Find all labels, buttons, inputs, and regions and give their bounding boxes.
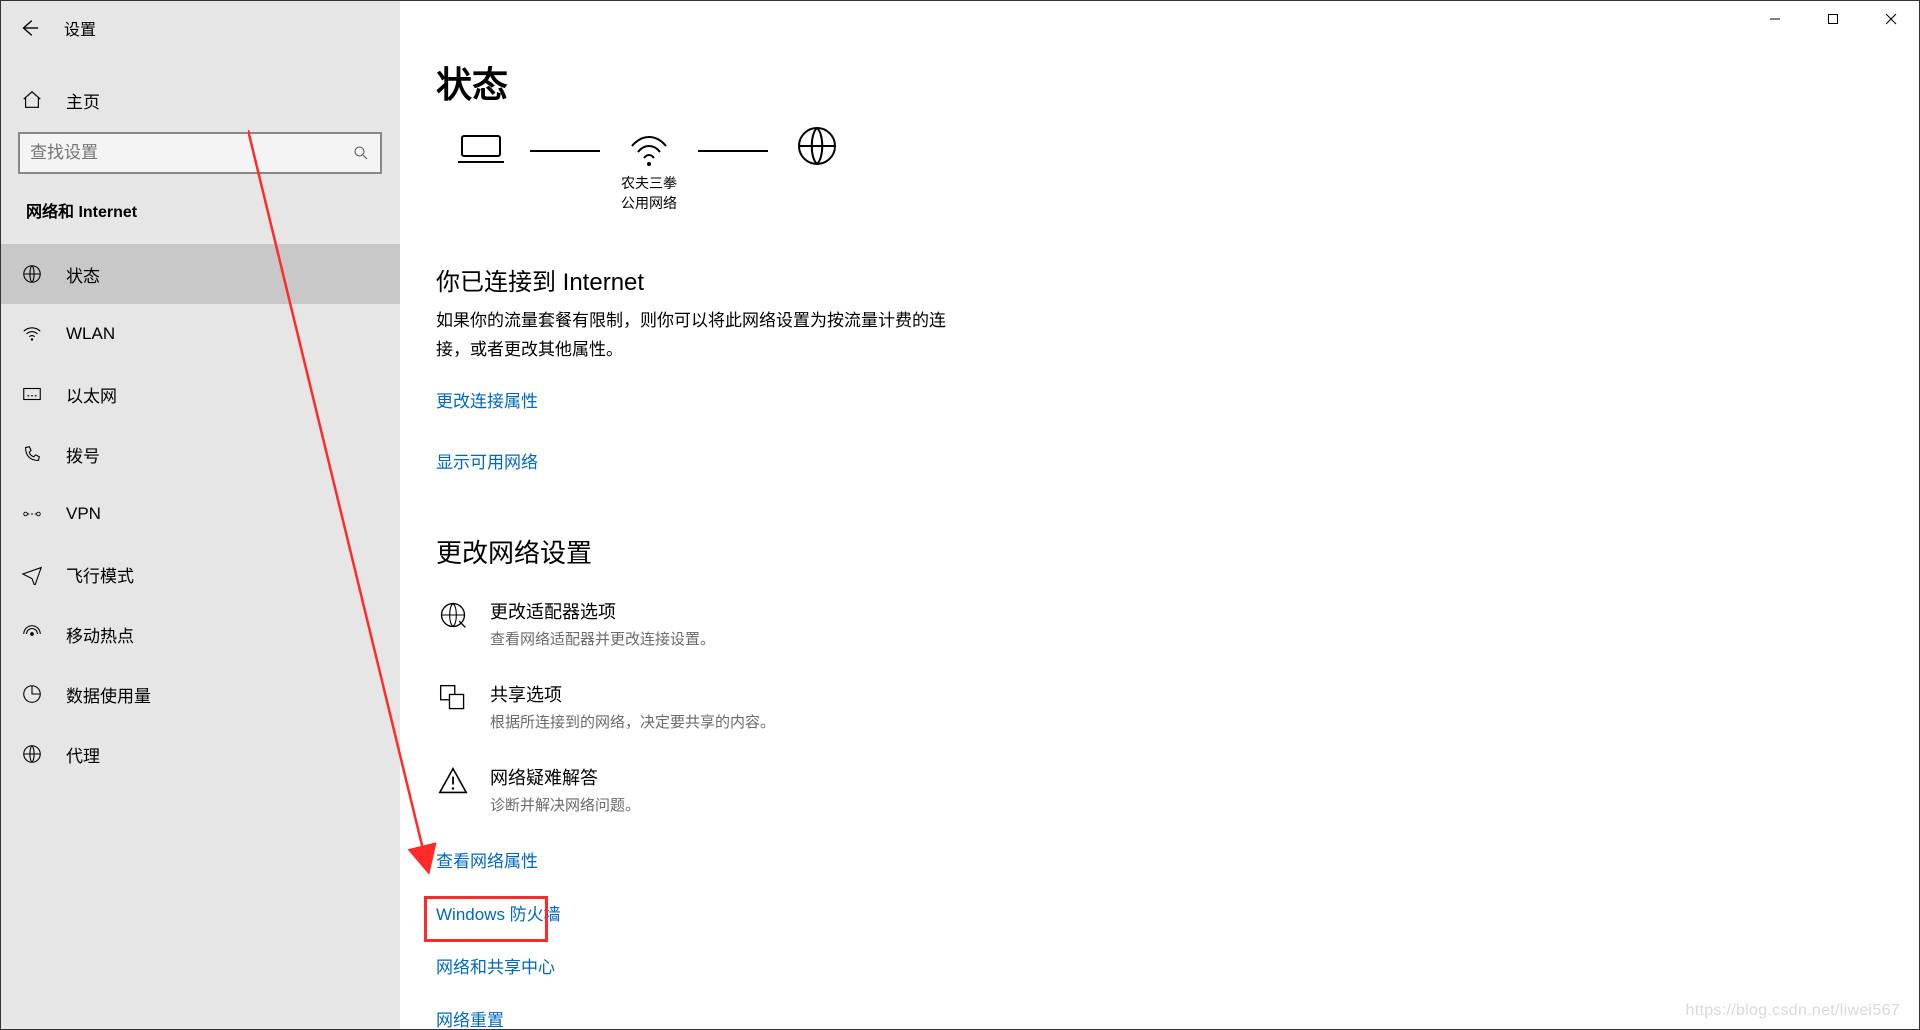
diagram-line xyxy=(530,150,600,152)
minimize-button[interactable] xyxy=(1746,0,1804,38)
main-content: 状态 农夫三拳 公用网络 你已连接到 Internet 如果你的流量套餐有限制，… xyxy=(400,0,1920,1030)
network-diagram: 农夫三拳 公用网络 xyxy=(436,124,1920,244)
sidebar-item-hotspot[interactable]: 移动热点 xyxy=(0,604,400,664)
ethernet-icon xyxy=(20,382,44,406)
warning-icon xyxy=(436,764,470,798)
globe-icon xyxy=(20,262,44,286)
diagram-line xyxy=(698,150,768,152)
sidebar-nav: 状态 WLAN 以太网 拨号 VPN xyxy=(0,244,400,784)
window-controls xyxy=(1746,0,1920,38)
wifi-icon xyxy=(20,322,44,346)
diagram-globe xyxy=(772,124,862,168)
sharing-icon xyxy=(436,681,470,715)
option-adapter[interactable]: 更改适配器选项 查看网络适配器并更改连接设置。 xyxy=(436,598,1920,649)
sidebar-home-label: 主页 xyxy=(66,88,100,113)
sidebar-home[interactable]: 主页 xyxy=(0,74,400,126)
connected-block: 你已连接到 Internet 如果你的流量套餐有限制，则你可以将此网络设置为按流… xyxy=(436,262,1920,365)
adapter-icon xyxy=(436,598,470,632)
search-icon xyxy=(352,144,370,162)
hotspot-icon xyxy=(20,622,44,646)
option-title: 共享选项 xyxy=(490,681,775,707)
option-desc: 诊断并解决网络问题。 xyxy=(490,794,640,815)
sidebar-item-status[interactable]: 状态 xyxy=(0,244,400,304)
sidebar-item-label: 飞行模式 xyxy=(66,562,134,587)
sidebar-item-label: WLAN xyxy=(66,324,115,344)
sidebar-item-ethernet[interactable]: 以太网 xyxy=(0,364,400,424)
sidebar-category-header: 网络和 Internet xyxy=(0,174,400,222)
sidebar-item-label: 状态 xyxy=(66,262,100,287)
link-view-network-props[interactable]: 查看网络属性 xyxy=(436,847,1920,872)
back-icon xyxy=(18,17,40,39)
connected-body: 如果你的流量套餐有限制，则你可以将此网络设置为按流量计费的连接，或者更改其他属性… xyxy=(436,307,956,365)
option-desc: 查看网络适配器并更改连接设置。 xyxy=(490,628,715,649)
search-input[interactable] xyxy=(30,143,352,163)
link-windows-firewall[interactable]: Windows 防火墙 xyxy=(436,900,1920,925)
settings-sidebar: 设置 主页 网络和 Internet 状态 WLAN xyxy=(0,0,400,1030)
sidebar-item-airplane[interactable]: 飞行模式 xyxy=(0,544,400,604)
connected-heading: 你已连接到 Internet xyxy=(436,262,1920,297)
vpn-icon xyxy=(20,502,44,526)
search-input-wrap[interactable] xyxy=(18,132,382,174)
diagram-wifi-name: 农夫三拳 xyxy=(621,174,677,194)
sidebar-item-wlan[interactable]: WLAN xyxy=(0,304,400,364)
sidebar-item-label: 移动热点 xyxy=(66,622,134,647)
sidebar-item-label: VPN xyxy=(66,504,101,524)
sidebar-item-label: 数据使用量 xyxy=(66,682,151,707)
close-button[interactable] xyxy=(1862,0,1920,38)
back-row[interactable]: 设置 xyxy=(0,6,400,50)
sidebar-item-proxy[interactable]: 代理 xyxy=(0,724,400,784)
data-usage-icon xyxy=(20,682,44,706)
dialup-icon xyxy=(20,442,44,466)
proxy-icon xyxy=(20,742,44,766)
link-show-available-networks[interactable]: 显示可用网络 xyxy=(436,448,538,473)
maximize-button[interactable] xyxy=(1804,0,1862,38)
sidebar-item-label: 代理 xyxy=(66,742,100,767)
link-network-sharing-center[interactable]: 网络和共享中心 xyxy=(436,953,1920,978)
page-title: 状态 xyxy=(436,56,1920,108)
airplane-icon xyxy=(20,562,44,586)
diagram-wifi: 农夫三拳 公用网络 xyxy=(604,124,694,213)
sidebar-item-vpn[interactable]: VPN xyxy=(0,484,400,544)
sidebar-item-label: 以太网 xyxy=(66,382,117,407)
option-desc: 根据所连接到的网络，决定要共享的内容。 xyxy=(490,711,775,732)
sidebar-item-label: 拨号 xyxy=(66,442,100,467)
link-change-connection-props[interactable]: 更改连接属性 xyxy=(436,387,538,412)
option-title: 网络疑难解答 xyxy=(490,764,640,790)
window-title: 设置 xyxy=(64,16,96,40)
sidebar-item-dialup[interactable]: 拨号 xyxy=(0,424,400,484)
option-sharing[interactable]: 共享选项 根据所连接到的网络，决定要共享的内容。 xyxy=(436,681,1920,732)
sidebar-item-data[interactable]: 数据使用量 xyxy=(0,664,400,724)
option-troubleshoot[interactable]: 网络疑难解答 诊断并解决网络问题。 xyxy=(436,764,1920,815)
home-icon xyxy=(20,88,44,112)
diagram-wifi-type: 公用网络 xyxy=(621,194,677,214)
watermark: https://blog.csdn.net/liwei567 xyxy=(1686,1002,1900,1020)
option-title: 更改适配器选项 xyxy=(490,598,715,624)
diagram-device xyxy=(436,124,526,168)
change-network-settings-title: 更改网络设置 xyxy=(436,533,1920,570)
